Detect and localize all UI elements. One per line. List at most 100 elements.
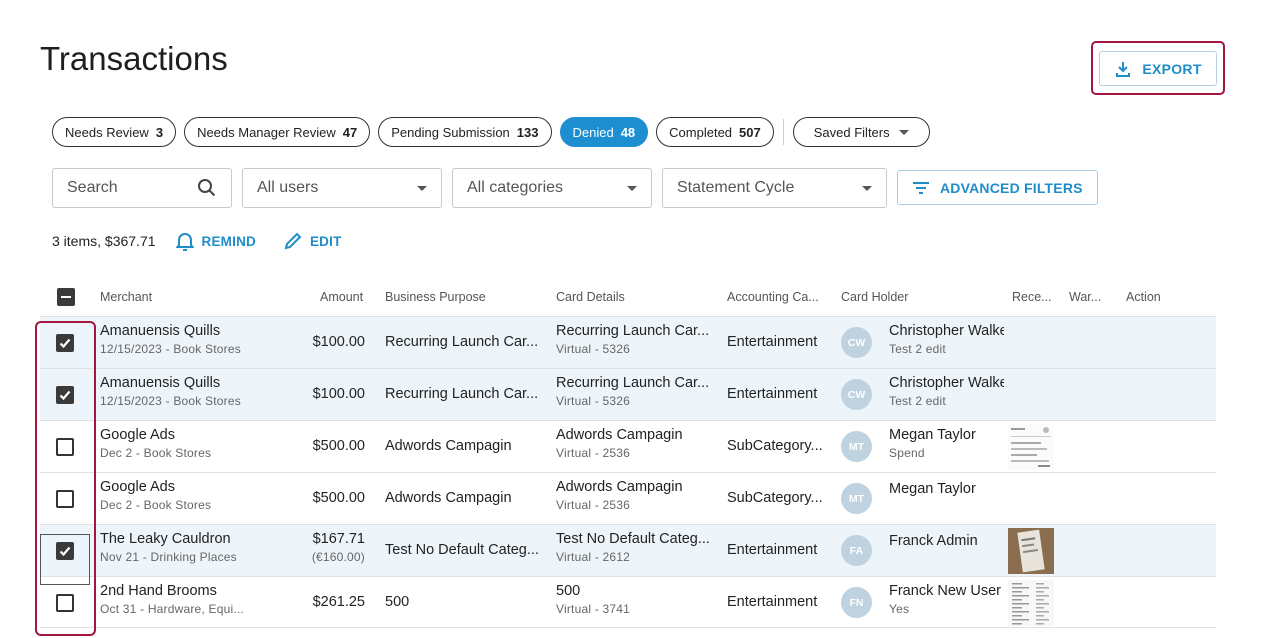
chip-count: 133 [516, 124, 539, 140]
merchant-cell: Amanuensis Quills 12/15/2023 - Book Stor… [100, 375, 300, 408]
select-all-checkbox[interactable] [57, 288, 75, 306]
card-number: Virtual - 2536 [556, 498, 630, 512]
categories-select[interactable]: All categories [452, 168, 652, 208]
header-merchant[interactable]: Merchant [100, 290, 152, 304]
advanced-filters-label: ADVANCED FILTERS [940, 179, 1083, 196]
amount-value: $500.00 [312, 438, 365, 454]
header-warning[interactable]: War... [1069, 290, 1101, 304]
statement-cycle-select[interactable]: Statement Cycle [662, 168, 887, 208]
business-purpose: Recurring Launch Car... [385, 386, 539, 402]
avatar: CW [841, 327, 872, 358]
chip-needs-manager-review[interactable]: Needs Manager Review 47 [184, 117, 371, 147]
table-row[interactable]: 2nd Hand Brooms Oct 31 - Hardware, Equi.… [40, 576, 1216, 628]
row-checkbox[interactable] [56, 542, 74, 560]
card-holder-detail: Test 2 edit [889, 342, 946, 356]
accounting-category: SubCategory... [727, 490, 823, 506]
accounting-category: Entertainment [727, 386, 818, 402]
row-checkbox[interactable] [56, 334, 74, 352]
card-holder-name: Christopher Walke [889, 323, 1004, 339]
table-body: Amanuensis Quills 12/15/2023 - Book Stor… [40, 316, 1216, 628]
accounting-category: Entertainment [727, 542, 818, 558]
card-name: Recurring Launch Car... [556, 323, 710, 339]
remind-button[interactable]: REMIND [175, 231, 256, 251]
chip-denied[interactable]: Denied 48 [559, 117, 649, 147]
row-checkbox[interactable] [56, 490, 74, 508]
chip-count: 47 [342, 124, 358, 140]
download-icon [1116, 61, 1131, 77]
header-amount[interactable]: Amount [320, 290, 363, 304]
search-input[interactable] [67, 179, 177, 197]
chip-label: Needs Manager Review [197, 124, 336, 140]
card-holder-cell: Franck Admin [889, 533, 1004, 552]
chip-needs-review[interactable]: Needs Review 3 [52, 117, 177, 147]
avatar: FN [841, 587, 872, 618]
card-holder-name: Megan Taylor [889, 427, 976, 443]
receipt-thumbnail-icon[interactable] [1008, 424, 1054, 470]
row-checkbox[interactable] [56, 386, 74, 404]
card-details-cell: Recurring Launch Car... Virtual - 5326 [556, 323, 721, 356]
saved-filters-dropdown[interactable]: Saved Filters [792, 117, 930, 147]
table-row[interactable]: Amanuensis Quills 12/15/2023 - Book Stor… [40, 316, 1216, 368]
card-holder-name: Christopher Walke [889, 375, 1004, 391]
caret-down-icon [898, 129, 909, 135]
export-button-label: EXPORT [1142, 60, 1202, 77]
header-accounting[interactable]: Accounting Ca... [727, 290, 819, 304]
edit-label: EDIT [309, 233, 342, 249]
table-row[interactable]: Google Ads Dec 2 - Book Stores $500.00 A… [40, 472, 1216, 524]
merchant-detail: Nov 21 - Drinking Places [100, 550, 237, 564]
pencil-icon [284, 232, 302, 250]
users-select[interactable]: All users [242, 168, 442, 208]
header-card-details[interactable]: Card Details [556, 290, 625, 304]
row-checkbox[interactable] [56, 594, 74, 612]
selection-summary: 3 items, $367.71 REMIND EDIT [52, 231, 342, 251]
search-icon [198, 179, 216, 197]
avatar: MT [841, 431, 872, 462]
table-row[interactable]: Amanuensis Quills 12/15/2023 - Book Stor… [40, 368, 1216, 420]
merchant-detail: 12/15/2023 - Book Stores [100, 342, 241, 356]
merchant-detail: Dec 2 - Book Stores [100, 498, 212, 512]
check-icon [59, 338, 71, 349]
business-purpose: Recurring Launch Car... [385, 334, 539, 350]
receipt-thumbnail-icon[interactable] [1008, 528, 1054, 574]
merchant-name: The Leaky Cauldron [100, 531, 231, 547]
business-purpose: Adwords Campagin [385, 490, 512, 506]
header-receipt[interactable]: Rece... [1012, 290, 1052, 304]
search-field[interactable] [52, 168, 232, 208]
check-icon [59, 390, 71, 401]
card-holder-cell: Megan Taylor Spend [889, 427, 1004, 460]
table-row[interactable]: The Leaky Cauldron Nov 21 - Drinking Pla… [40, 524, 1216, 576]
categories-select-value: All categories [467, 179, 564, 196]
statement-cycle-value: Statement Cycle [677, 179, 795, 196]
card-name: Recurring Launch Car... [556, 375, 710, 391]
card-number: Virtual - 3741 [556, 602, 630, 616]
card-details-cell: Test No Default Categ... Virtual - 2612 [556, 531, 721, 564]
filter-lines-icon [913, 181, 929, 194]
card-holder-detail: Spend [889, 446, 925, 460]
caret-down-icon [627, 185, 637, 191]
receipt-thumbnail-icon[interactable] [1008, 580, 1054, 626]
avatar: CW [841, 379, 872, 410]
merchant-name: Google Ads [100, 479, 175, 495]
export-button[interactable]: EXPORT [1099, 51, 1217, 86]
header-card-holder[interactable]: Card Holder [841, 290, 908, 304]
chip-label: Denied [572, 124, 614, 140]
business-purpose: 500 [385, 594, 410, 610]
edit-button[interactable]: EDIT [284, 232, 342, 250]
page-title: Transactions [40, 40, 228, 77]
card-details-cell: Adwords Campagin Virtual - 2536 [556, 427, 721, 460]
chip-pending-submission[interactable]: Pending Submission 133 [378, 117, 552, 147]
row-checkbox[interactable] [56, 438, 74, 456]
card-details-cell: Recurring Launch Car... Virtual - 5326 [556, 375, 721, 408]
bell-icon [175, 233, 194, 251]
card-name: 500 [556, 583, 581, 599]
card-name: Test No Default Categ... [556, 531, 710, 547]
amount-cell: $100.00 [280, 386, 365, 405]
merchant-detail: Oct 31 - Hardware, Equi... [100, 602, 244, 616]
accounting-category: Entertainment [727, 334, 818, 350]
chip-completed[interactable]: Completed 507 [656, 117, 774, 147]
header-business-purpose[interactable]: Business Purpose [385, 290, 486, 304]
table-row[interactable]: Google Ads Dec 2 - Book Stores $500.00 A… [40, 420, 1216, 472]
chip-label: Needs Review [65, 124, 149, 140]
filters-row: All users All categories Statement Cycle… [52, 168, 1098, 208]
advanced-filters-button[interactable]: ADVANCED FILTERS [897, 170, 1098, 205]
